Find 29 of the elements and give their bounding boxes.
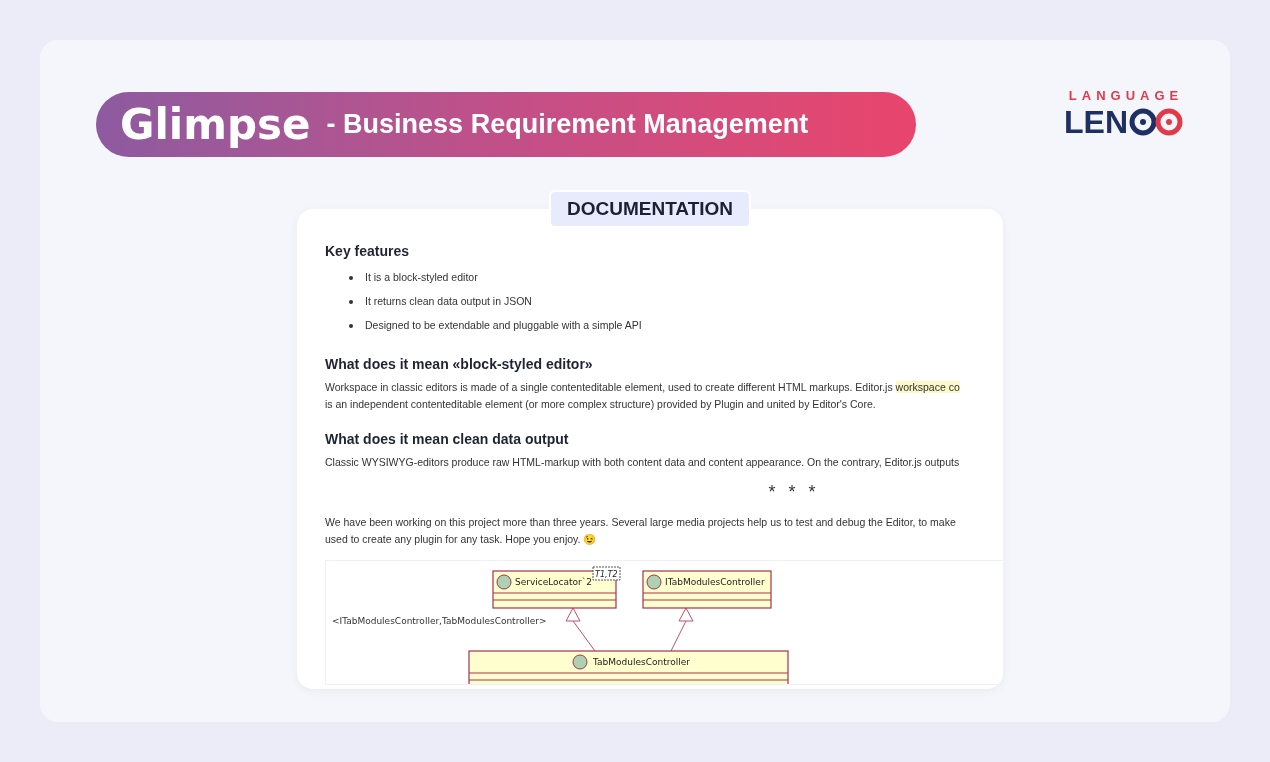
- class-icon: [572, 654, 588, 670]
- template-box: [592, 566, 621, 581]
- class-icon: [496, 574, 512, 590]
- generalization-arrow: [670, 607, 694, 652]
- bullet-icon: [349, 324, 353, 328]
- class-icon: [646, 574, 662, 590]
- class-name: ServiceLocator`2: [515, 577, 593, 587]
- bullet-icon: [349, 300, 353, 304]
- delimiter: * * *: [768, 481, 820, 504]
- list-item: It returns clean data output in JSON: [365, 294, 532, 310]
- product-tagline: - Business Requirement Management: [326, 108, 809, 142]
- template-parameters: T1,T2: [595, 570, 618, 579]
- paragraph: Workspace in classic editors is made of a single contenteditable element, used to create different HTML markups. Editor.js workspace co is an independent contenteditable element (or more complex structure) provided by Plugin and united by Editor's Core.: [325, 380, 961, 412]
- bullet-icon: [349, 276, 353, 280]
- paragraph: We have been working on this project more than three years. Several large media projects help us to test and debug the Editor, to make used to create any plugin for any task. Hope you enjoy. 😉: [325, 515, 957, 547]
- class-name: ITabModulesController: [665, 577, 765, 587]
- section-heading: Key features: [325, 242, 411, 261]
- section-heading: What does it mean «block-styled editor»: [325, 355, 594, 374]
- list-item: Designed to be extendable and pluggable with a simple API: [365, 318, 642, 334]
- section-heading: What does it mean clean data output: [325, 430, 570, 449]
- logo-tagline: LANGUAGE: [1068, 87, 1184, 105]
- paragraph: Classic WYSIWYG-editors produce raw HTML-markup with both content data and content appearance. On the contrary, Editor.js outputs: [325, 455, 961, 470]
- section-tag: DOCUMENTATION: [548, 190, 752, 228]
- logo-wordmark: LEN: [1064, 105, 1128, 138]
- class-name: TabModulesController: [593, 657, 690, 667]
- generic-parameters-label: <ITabModulesController,TabModulesController>: [332, 616, 547, 626]
- generalization-arrow: [565, 607, 596, 652]
- product-name: Glimpse: [120, 99, 311, 151]
- list-item: It is a block-styled editor: [365, 270, 478, 286]
